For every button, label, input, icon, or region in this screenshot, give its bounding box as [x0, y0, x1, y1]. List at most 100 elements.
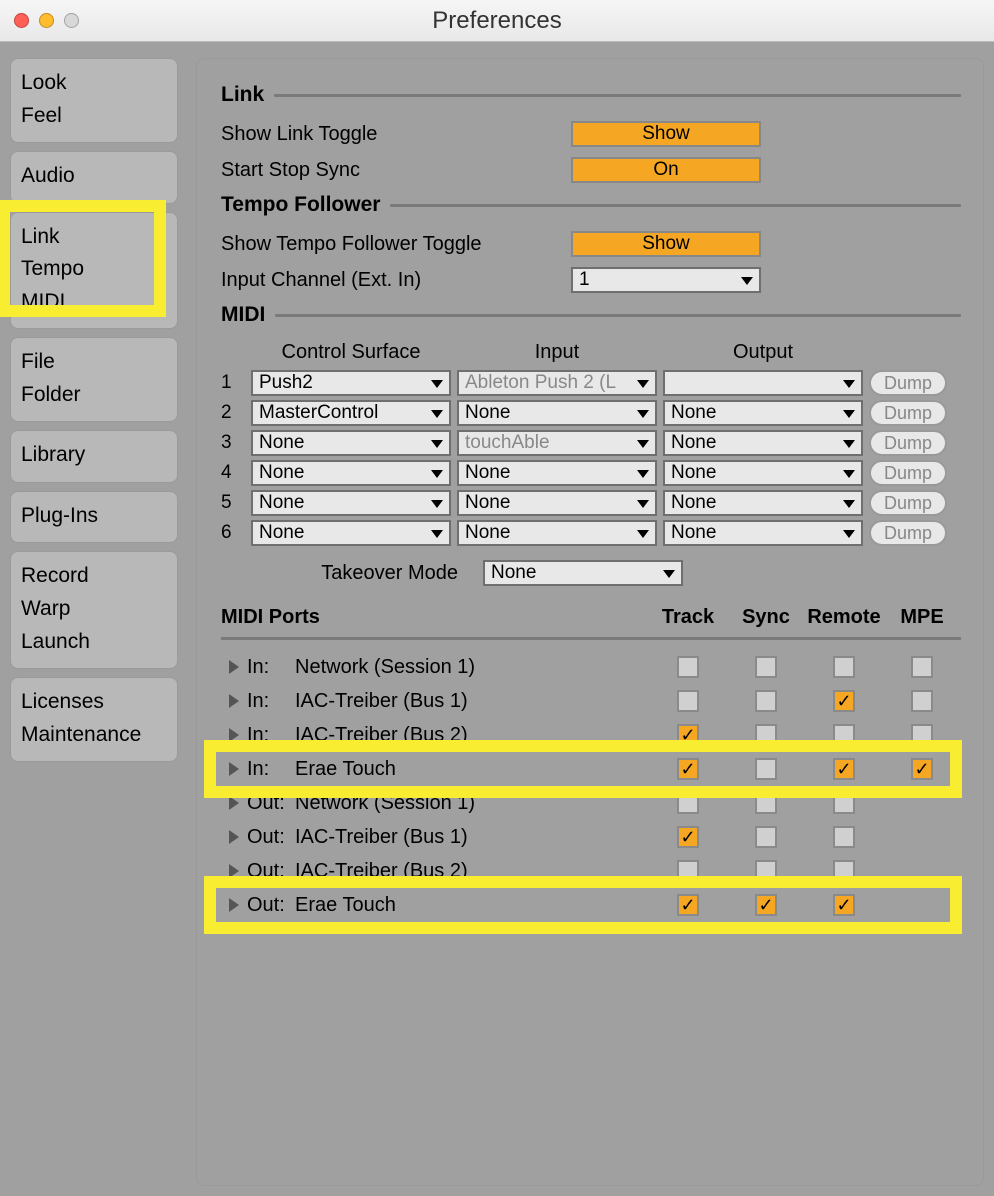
port-mpe-checkbox[interactable]: ✓ [911, 656, 933, 678]
cs-surface-select[interactable]: Push2 [251, 370, 451, 396]
port-track-checkbox[interactable]: ✓ [677, 894, 699, 916]
cs-input-select[interactable]: None [457, 520, 657, 546]
port-name: IAC-Treiber (Bus 2) [295, 724, 649, 747]
port-name: Network (Session 1) [295, 656, 649, 679]
cs-output-select[interactable]: None [663, 460, 863, 486]
disclosure-triangle-icon[interactable] [221, 762, 247, 776]
sidebar-tab-label: Folder [21, 379, 167, 412]
port-sync-checkbox[interactable]: ✓ [755, 656, 777, 678]
input-channel-select[interactable]: 1 [571, 267, 761, 293]
midi-port-row: In:IAC-Treiber (Bus 2)✓✓✓✓ [221, 718, 961, 752]
cs-input-select[interactable]: None [457, 490, 657, 516]
cs-header-input: Input [457, 341, 657, 364]
sidebar-tab[interactable]: LookFeel [10, 58, 178, 143]
cs-row-number: 5 [221, 492, 251, 514]
port-track-checkbox[interactable]: ✓ [677, 656, 699, 678]
sidebar-tab[interactable]: LicensesMaintenance [10, 677, 178, 762]
disclosure-triangle-icon[interactable] [221, 830, 247, 844]
close-window-button[interactable] [14, 13, 29, 28]
input-channel-label: Input Channel (Ext. In) [221, 269, 571, 292]
cs-header-surface: Control Surface [251, 341, 451, 364]
cs-input-select[interactable]: touchAble [457, 430, 657, 456]
port-track-checkbox[interactable]: ✓ [677, 792, 699, 814]
takeover-mode-select[interactable]: None [483, 560, 683, 586]
start-stop-sync-label: Start Stop Sync [221, 159, 571, 182]
cs-output-select[interactable]: None [663, 430, 863, 456]
port-remote-checkbox[interactable]: ✓ [833, 826, 855, 848]
cs-output-select[interactable] [663, 370, 863, 396]
cs-surface-select[interactable]: None [251, 460, 451, 486]
cs-input-select[interactable]: None [457, 460, 657, 486]
cs-output-select[interactable]: None [663, 400, 863, 426]
port-sync-checkbox[interactable]: ✓ [755, 860, 777, 882]
sidebar-tab-label: Launch [21, 626, 167, 659]
sidebar-tab[interactable]: FileFolder [10, 337, 178, 422]
port-remote-checkbox[interactable]: ✓ [833, 724, 855, 746]
section-tempo-follower-title: Tempo Follower [221, 193, 380, 217]
sidebar-tab-label: Library [21, 439, 167, 472]
sidebar-tab-label: Record [21, 560, 167, 593]
cs-input-select[interactable]: None [457, 400, 657, 426]
port-sync-checkbox[interactable]: ✓ [755, 690, 777, 712]
show-link-toggle-button[interactable]: Show [571, 121, 761, 147]
port-remote-checkbox[interactable]: ✓ [833, 894, 855, 916]
disclosure-triangle-icon[interactable] [221, 728, 247, 742]
port-remote-checkbox[interactable]: ✓ [833, 792, 855, 814]
port-name: Erae Touch [295, 758, 649, 781]
port-name: Erae Touch [295, 894, 649, 917]
disclosure-triangle-icon[interactable] [221, 864, 247, 878]
dump-button[interactable]: Dump [869, 370, 947, 396]
port-track-checkbox[interactable]: ✓ [677, 724, 699, 746]
disclosure-triangle-icon[interactable] [221, 694, 247, 708]
dump-button[interactable]: Dump [869, 430, 947, 456]
dump-button[interactable]: Dump [869, 400, 947, 426]
port-track-checkbox[interactable]: ✓ [677, 758, 699, 780]
cs-input-select[interactable]: Ableton Push 2 (L [457, 370, 657, 396]
port-track-checkbox[interactable]: ✓ [677, 826, 699, 848]
port-remote-checkbox[interactable]: ✓ [833, 860, 855, 882]
dump-button[interactable]: Dump [869, 520, 947, 546]
ports-col-track: Track [649, 606, 727, 629]
maximize-window-button [64, 13, 79, 28]
minimize-window-button[interactable] [39, 13, 54, 28]
midi-port-row: Out:IAC-Treiber (Bus 1)✓✓✓ [221, 820, 961, 854]
port-sync-checkbox[interactable]: ✓ [755, 826, 777, 848]
port-sync-checkbox[interactable]: ✓ [755, 792, 777, 814]
start-stop-sync-button[interactable]: On [571, 157, 761, 183]
disclosure-triangle-icon[interactable] [221, 660, 247, 674]
cs-surface-select[interactable]: None [251, 520, 451, 546]
sidebar-tab[interactable]: Library [10, 430, 178, 483]
port-direction: Out: [247, 792, 295, 815]
dump-button[interactable]: Dump [869, 460, 947, 486]
port-remote-checkbox[interactable]: ✓ [833, 656, 855, 678]
cs-output-select[interactable]: None [663, 520, 863, 546]
cs-row-number: 2 [221, 402, 251, 424]
disclosure-triangle-icon[interactable] [221, 898, 247, 912]
titlebar: Preferences [0, 0, 994, 42]
port-remote-checkbox[interactable]: ✓ [833, 690, 855, 712]
port-remote-checkbox[interactable]: ✓ [833, 758, 855, 780]
cs-surface-select[interactable]: None [251, 490, 451, 516]
sidebar-tab[interactable]: RecordWarpLaunch [10, 551, 178, 669]
port-mpe-checkbox[interactable]: ✓ [911, 724, 933, 746]
sidebar-tab[interactable]: Audio [10, 151, 178, 204]
cs-output-select[interactable]: None [663, 490, 863, 516]
port-sync-checkbox[interactable]: ✓ [755, 894, 777, 916]
sidebar-tab-label: File [21, 346, 167, 379]
cs-surface-select[interactable]: MasterControl [251, 400, 451, 426]
sidebar-tab[interactable]: LinkTempoMIDI [10, 212, 178, 330]
cs-row-number: 3 [221, 432, 251, 454]
port-sync-checkbox[interactable]: ✓ [755, 758, 777, 780]
port-mpe-checkbox[interactable]: ✓ [911, 690, 933, 712]
port-track-checkbox[interactable]: ✓ [677, 690, 699, 712]
port-sync-checkbox[interactable]: ✓ [755, 724, 777, 746]
port-mpe-checkbox[interactable]: ✓ [911, 758, 933, 780]
port-direction: In: [247, 656, 295, 679]
port-track-checkbox[interactable]: ✓ [677, 860, 699, 882]
disclosure-triangle-icon[interactable] [221, 796, 247, 810]
sidebar-tab[interactable]: Plug-Ins [10, 491, 178, 544]
show-tempo-follower-toggle-button[interactable]: Show [571, 231, 761, 257]
midi-ports-title: MIDI Ports [221, 606, 649, 629]
cs-surface-select[interactable]: None [251, 430, 451, 456]
dump-button[interactable]: Dump [869, 490, 947, 516]
